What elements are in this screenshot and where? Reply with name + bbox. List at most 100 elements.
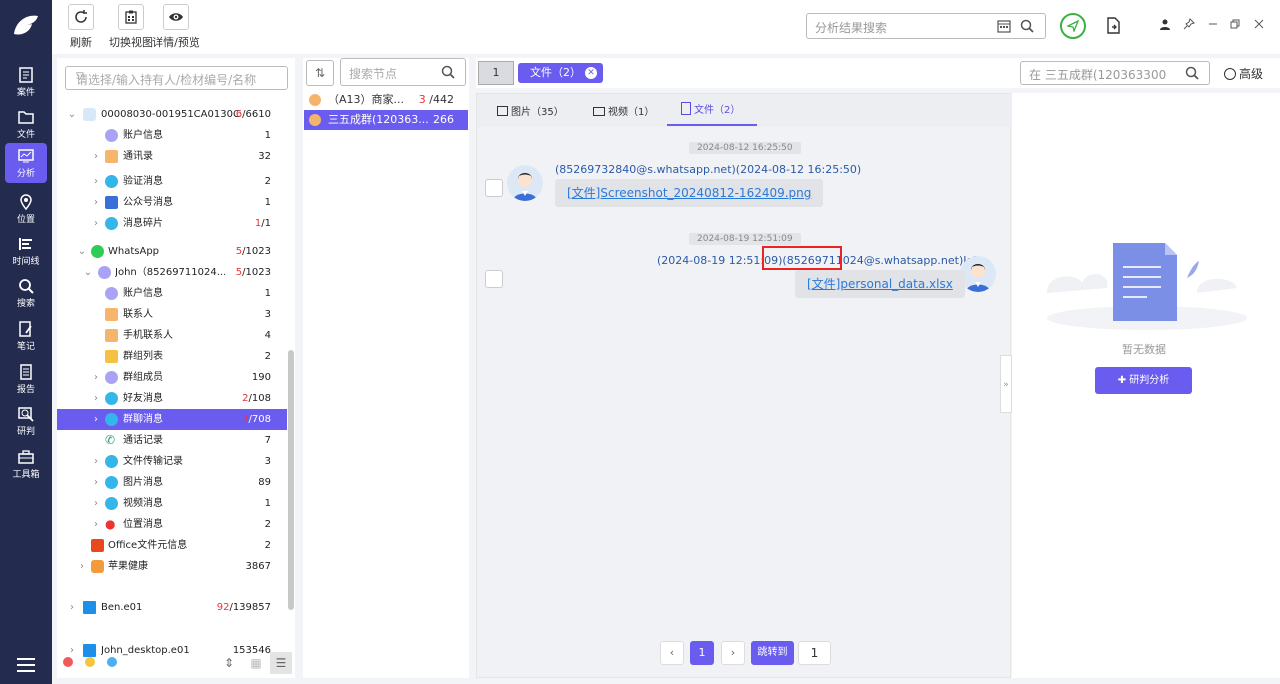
node-row-merchant[interactable]: （A13）商家... 3 /442 (304, 90, 468, 110)
tree-row-video-msg[interactable]: › 视频消息 1 (57, 493, 287, 514)
refresh-button[interactable]: 刷新 (66, 4, 96, 50)
tree-row-account[interactable]: 账户信息 1 (57, 125, 287, 146)
nav-file-label: 文件 (16, 130, 35, 140)
toolbar: 刷新 切换视图 详情/预览 分析结果搜索 (52, 0, 1280, 54)
active-tab-indicator (667, 124, 757, 126)
contacts-icon (105, 150, 118, 163)
tree-row-group-chat-msg[interactable]: › 群聊消息 3/708 (57, 409, 287, 430)
tree-row-john[interactable]: ⌄ John（85269711024... 5/1023 (57, 262, 287, 283)
node-row-sanwuchengqun[interactable]: 三五成群(120363... 266 (304, 110, 468, 130)
tree-row-ben-e01[interactable]: › Ben.e01 92/139857 (57, 597, 287, 618)
details-preview-button[interactable]: 详情/预览 (148, 4, 204, 50)
nav-case-label: 案件 (16, 88, 35, 98)
holder-search-select[interactable]: 请选择/输入持有人/检材编号/名称 ▽ (65, 66, 288, 90)
nav-notes-label: 笔记 (16, 342, 35, 352)
advanced-search-button[interactable]: 高级 (1224, 65, 1263, 82)
tree-row-msg-fragments[interactable]: › 消息碎片 1/1 (57, 213, 287, 234)
tree-row-call-log[interactable]: ✆ 通话记录 7 (57, 430, 287, 451)
tree-row-group-members[interactable]: › 群组成员 190 (57, 367, 287, 388)
collapse-panel-handle[interactable]: » (1000, 355, 1012, 413)
judge-icon (18, 407, 34, 422)
calendar-icon[interactable] (997, 19, 1011, 33)
nav-case[interactable]: 案件 (5, 62, 47, 102)
nav-location[interactable]: 位置 (5, 189, 47, 229)
list-view-icon[interactable]: ☰ (270, 652, 292, 674)
file-filter-tag[interactable]: 文件（2） ✕ (518, 63, 603, 83)
file-link[interactable]: [文件]Screenshot_20240812-162409.png (567, 186, 811, 200)
tree-row-verify-msg[interactable]: › 验证消息 2 (57, 171, 287, 192)
export-icon[interactable] (1107, 17, 1121, 34)
message-checkbox[interactable] (485, 270, 503, 288)
tree-row-file-transfer[interactable]: › 文件传输记录 3 (57, 451, 287, 472)
nav-location-label: 位置 (16, 215, 35, 225)
nav-report[interactable]: 报告 (5, 359, 47, 399)
red-dot-icon (63, 657, 73, 667)
switch-view-label: 切换视图 (109, 36, 153, 49)
analysis-icon (18, 149, 34, 163)
jump-page-input[interactable]: 1 (798, 641, 831, 665)
page-number-button[interactable]: 1 (690, 641, 714, 665)
notes-icon (19, 321, 32, 337)
send-button[interactable] (1060, 13, 1086, 39)
tree-scrollbar[interactable] (288, 350, 294, 610)
tree-row-friend-msg[interactable]: › 好友消息 2/108 (57, 388, 287, 409)
nav-file[interactable]: 文件 (5, 104, 47, 144)
page-indicator[interactable]: 1 (478, 61, 514, 85)
pin-icon[interactable] (1182, 18, 1196, 32)
minimize-icon[interactable] (1206, 18, 1220, 32)
restore-icon[interactable] (1228, 18, 1242, 32)
prev-page-button[interactable]: ‹ (660, 641, 684, 665)
timestamp-divider: 2024-08-12 16:25:50 (689, 142, 801, 154)
group-list-icon (105, 350, 118, 363)
nav-search[interactable]: 搜索 (5, 273, 47, 313)
tree-row-location-msg[interactable]: › ● 位置消息 2 (57, 514, 287, 535)
highlight-box (762, 246, 842, 270)
tree-row-image-msg[interactable]: › 图片消息 89 (57, 472, 287, 493)
tree-row-wa-account[interactable]: 账户信息 1 (57, 283, 287, 304)
close-tag-icon[interactable]: ✕ (585, 67, 597, 79)
close-icon[interactable] (1252, 18, 1266, 32)
tab-images[interactable]: 图片（35） (497, 103, 564, 118)
tab-files[interactable]: 文件（2） (681, 101, 740, 116)
jump-to-button[interactable]: 跳转到 (751, 641, 794, 665)
tree-row-phone-contacts[interactable]: 手机联系人 4 (57, 325, 287, 346)
analysis-result-search[interactable]: 分析结果搜索 (806, 13, 1046, 39)
menu-icon[interactable] (17, 658, 35, 672)
user-icon[interactable] (1158, 18, 1172, 32)
file-link[interactable]: [文件]personal_data.xlsx (807, 277, 953, 291)
tree-row-whatsapp[interactable]: ⌄ WhatsApp 5/1023 (57, 241, 287, 262)
nav-analysis[interactable]: 分析 (5, 143, 47, 183)
tree-row-contacts[interactable]: › 通讯录 32 (57, 146, 287, 167)
left-nav: 案件 文件 分析 位置 时间线 搜索 笔记 报告 研判 工具箱 (0, 0, 52, 684)
node-search-input[interactable]: 搜索节点 (340, 58, 466, 86)
collapse-all-icon[interactable]: ⇕ (218, 652, 240, 674)
judge-analysis-button[interactable]: ✚ 研判分析 (1095, 367, 1192, 394)
tree-row-apple-health[interactable]: › 苹果健康 3867 (57, 556, 287, 577)
nav-toolbox[interactable]: 工具箱 (5, 444, 47, 484)
apple-device-icon (83, 108, 96, 121)
nav-judge[interactable]: 研判 (5, 401, 47, 441)
nav-notes[interactable]: 笔记 (5, 316, 47, 356)
tree-row-device[interactable]: ⌄ 00008030-001951CA0130C0... 6/6610 (57, 104, 287, 125)
next-page-button[interactable]: › (721, 641, 745, 665)
tab-videos[interactable]: 视频（1） (593, 103, 654, 118)
in-chat-search[interactable]: 在 三五成群(120363300 (1020, 61, 1210, 85)
tree-row-office-meta[interactable]: Office文件元信息 2 (57, 535, 287, 556)
phone-icon: ✆ (105, 434, 118, 447)
sort-button[interactable]: ⇅ (306, 60, 334, 86)
chevron-down-icon: ▽ (76, 71, 84, 82)
tree-row-official-msg[interactable]: › 公众号消息 1 (57, 192, 287, 213)
tree-row-wa-contacts[interactable]: 联系人 3 (57, 304, 287, 325)
grid-view-icon[interactable]: ▦ (245, 652, 267, 674)
nav-timeline[interactable]: 时间线 (5, 231, 47, 271)
message-icon (105, 175, 118, 188)
search-icon[interactable] (1185, 66, 1199, 80)
empty-document-illustration (1047, 243, 1247, 330)
search-icon[interactable] (1020, 19, 1034, 33)
yellow-dot-icon (85, 657, 95, 667)
avatar (960, 256, 996, 292)
tree-row-group-list[interactable]: 群组列表 2 (57, 346, 287, 367)
analysis-result-search-placeholder: 分析结果搜索 (815, 21, 888, 35)
message-checkbox[interactable] (485, 179, 503, 197)
message-icon (105, 413, 118, 426)
